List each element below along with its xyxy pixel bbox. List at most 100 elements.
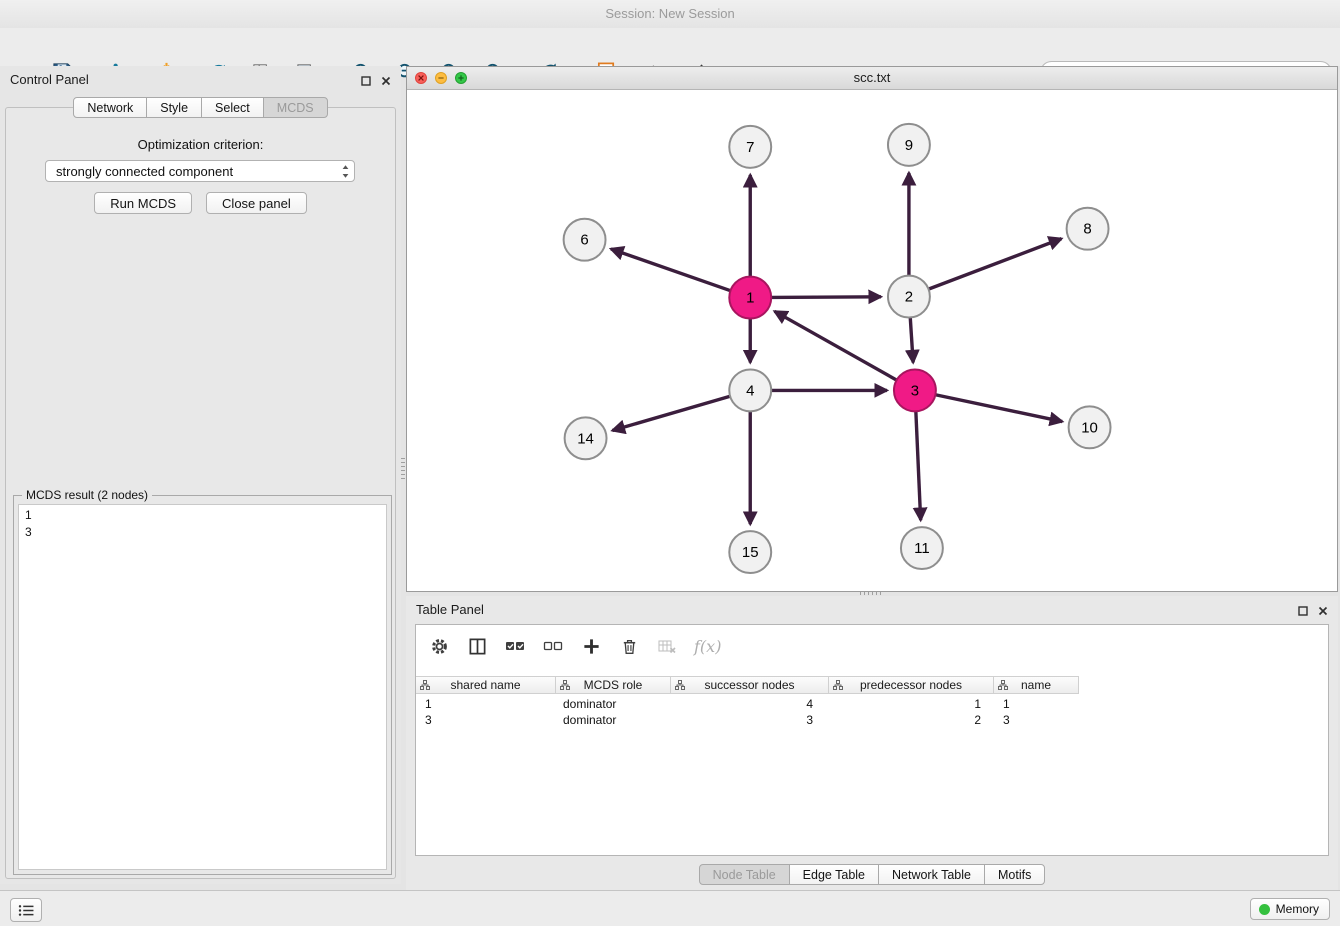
- graph-node-label: 2: [905, 289, 913, 306]
- control-panel-header: Control Panel: [0, 66, 401, 94]
- float-table-panel-icon[interactable]: [1297, 605, 1308, 616]
- tab-select[interactable]: Select: [201, 97, 264, 118]
- minimize-window-icon[interactable]: [435, 72, 447, 84]
- criterion-dropdown[interactable]: strongly connected component: [45, 160, 355, 182]
- tab-network-table[interactable]: Network Table: [878, 864, 985, 885]
- table-panel-tabs: Node Table Edge Table Network Table Moti…: [406, 864, 1338, 885]
- optimization-criterion-label: Optimization criterion:: [6, 137, 395, 152]
- tab-node-table[interactable]: Node Table: [699, 864, 790, 885]
- cell-shared-name[interactable]: 3: [416, 712, 556, 728]
- network-view-window: scc.txt 7968124314101511: [406, 66, 1338, 592]
- memory-status-icon: [1259, 904, 1270, 915]
- float-panel-icon[interactable]: [360, 75, 371, 86]
- network-window-titlebar[interactable]: scc.txt: [407, 67, 1337, 90]
- column-header-name[interactable]: name: [994, 676, 1079, 694]
- graph-node-label: 1: [746, 290, 754, 307]
- tab-edge-table[interactable]: Edge Table: [789, 864, 879, 885]
- column-header-successor-nodes[interactable]: successor nodes: [671, 676, 829, 694]
- table-panel-header: Table Panel: [406, 596, 1338, 624]
- column-type-icon: [420, 680, 430, 690]
- horizontal-splitter-handle[interactable]: [860, 592, 882, 595]
- maximize-window-icon[interactable]: [455, 72, 467, 84]
- delete-table-icon: [657, 636, 677, 656]
- column-type-icon: [833, 680, 843, 690]
- delete-column-button[interactable]: [618, 635, 640, 657]
- cell-predecessor-nodes[interactable]: 1: [829, 696, 994, 712]
- list-icon: [18, 904, 35, 917]
- select-all-columns-button[interactable]: [504, 635, 526, 657]
- mcds-result-list[interactable]: 1 3: [18, 504, 387, 870]
- graph-node-label: 3: [911, 382, 919, 399]
- vertical-splitter-handle[interactable]: [401, 458, 405, 480]
- function-builder-button[interactable]: f(x): [694, 635, 721, 657]
- mcds-result-title: MCDS result (2 nodes): [22, 488, 152, 502]
- table-row[interactable]: 3 dominator 3 2 3: [416, 712, 1328, 728]
- graph-edge-2-3[interactable]: [910, 318, 913, 363]
- close-panel-icon[interactable]: [380, 75, 391, 86]
- column-label: MCDS role: [584, 678, 643, 692]
- table-row[interactable]: 1 dominator 4 1 1: [416, 696, 1328, 712]
- graph-node-label: 14: [577, 430, 594, 447]
- graph-node-label: 15: [742, 544, 759, 561]
- cell-name[interactable]: 1: [994, 696, 1079, 712]
- mcds-buttons: Run MCDS Close panel: [6, 192, 395, 214]
- graph-edge-4-14[interactable]: [612, 396, 730, 430]
- tab-network[interactable]: Network: [73, 97, 147, 118]
- status-bar: Memory: [0, 890, 1340, 926]
- control-panel-tabs: Network Style Select MCDS: [0, 97, 401, 118]
- dropdown-arrows-icon: [336, 164, 354, 179]
- plus-icon: [582, 637, 601, 656]
- network-canvas[interactable]: 7968124314101511: [407, 89, 1337, 591]
- memory-button[interactable]: Memory: [1250, 898, 1330, 920]
- table-settings-button[interactable]: [428, 635, 450, 657]
- deselect-all-columns-button[interactable]: [542, 635, 564, 657]
- run-mcds-button[interactable]: Run MCDS: [94, 192, 192, 214]
- cell-successor-nodes[interactable]: 4: [671, 696, 829, 712]
- close-table-panel-icon[interactable]: [1317, 605, 1328, 616]
- graph-edge-3-1[interactable]: [775, 311, 897, 380]
- cell-shared-name[interactable]: 1: [416, 696, 556, 712]
- graph-node-label: 10: [1081, 419, 1098, 436]
- table-header-row: shared name MCDS role successor nodes pr…: [416, 676, 1328, 694]
- tab-mcds[interactable]: MCDS: [263, 97, 328, 118]
- delete-table-button[interactable]: [656, 635, 678, 657]
- unchecked-boxes-icon: [543, 636, 563, 656]
- cell-mcds-role[interactable]: dominator: [556, 712, 671, 728]
- tab-motifs[interactable]: Motifs: [984, 864, 1045, 885]
- column-label: predecessor nodes: [860, 678, 962, 692]
- tab-style[interactable]: Style: [146, 97, 202, 118]
- panel-menu-button[interactable]: [10, 898, 42, 922]
- control-panel-title: Control Panel: [10, 66, 89, 94]
- column-type-icon: [998, 680, 1008, 690]
- mcds-pane: Optimization criterion: strongly connect…: [5, 107, 396, 879]
- table-panel: Table Panel: [406, 596, 1338, 890]
- graph-edge-3-11[interactable]: [916, 411, 921, 520]
- add-column-button[interactable]: [580, 635, 602, 657]
- close-window-icon[interactable]: [415, 72, 427, 84]
- table-toolbar: f(x): [428, 632, 721, 660]
- cell-name[interactable]: 3: [994, 712, 1079, 728]
- column-header-shared-name[interactable]: shared name: [416, 676, 556, 694]
- close-panel-button[interactable]: Close panel: [206, 192, 307, 214]
- network-graph[interactable]: 7968124314101511: [407, 89, 1337, 591]
- main-toolbar: [0, 28, 1340, 66]
- mcds-result-group: MCDS result (2 nodes) 1 3: [13, 495, 392, 875]
- columns-icon: [468, 637, 487, 656]
- column-label: shared name: [450, 678, 520, 692]
- column-header-predecessor-nodes[interactable]: predecessor nodes: [829, 676, 994, 694]
- show-columns-button[interactable]: [466, 635, 488, 657]
- cell-successor-nodes[interactable]: 3: [671, 712, 829, 728]
- graph-edge-1-6[interactable]: [611, 249, 731, 291]
- graph-node-label: 8: [1083, 221, 1091, 238]
- graph-edge-1-2[interactable]: [771, 297, 881, 298]
- gear-icon: [430, 637, 449, 656]
- window-controls: [415, 72, 467, 84]
- graph-edge-3-10[interactable]: [935, 395, 1062, 422]
- fx-icon: f(x): [694, 637, 721, 656]
- memory-label: Memory: [1276, 902, 1319, 916]
- cell-predecessor-nodes[interactable]: 2: [829, 712, 994, 728]
- column-header-mcds-role[interactable]: MCDS role: [556, 676, 671, 694]
- graph-edge-2-8[interactable]: [929, 239, 1062, 289]
- cell-mcds-role[interactable]: dominator: [556, 696, 671, 712]
- graph-node-label: 9: [905, 137, 913, 154]
